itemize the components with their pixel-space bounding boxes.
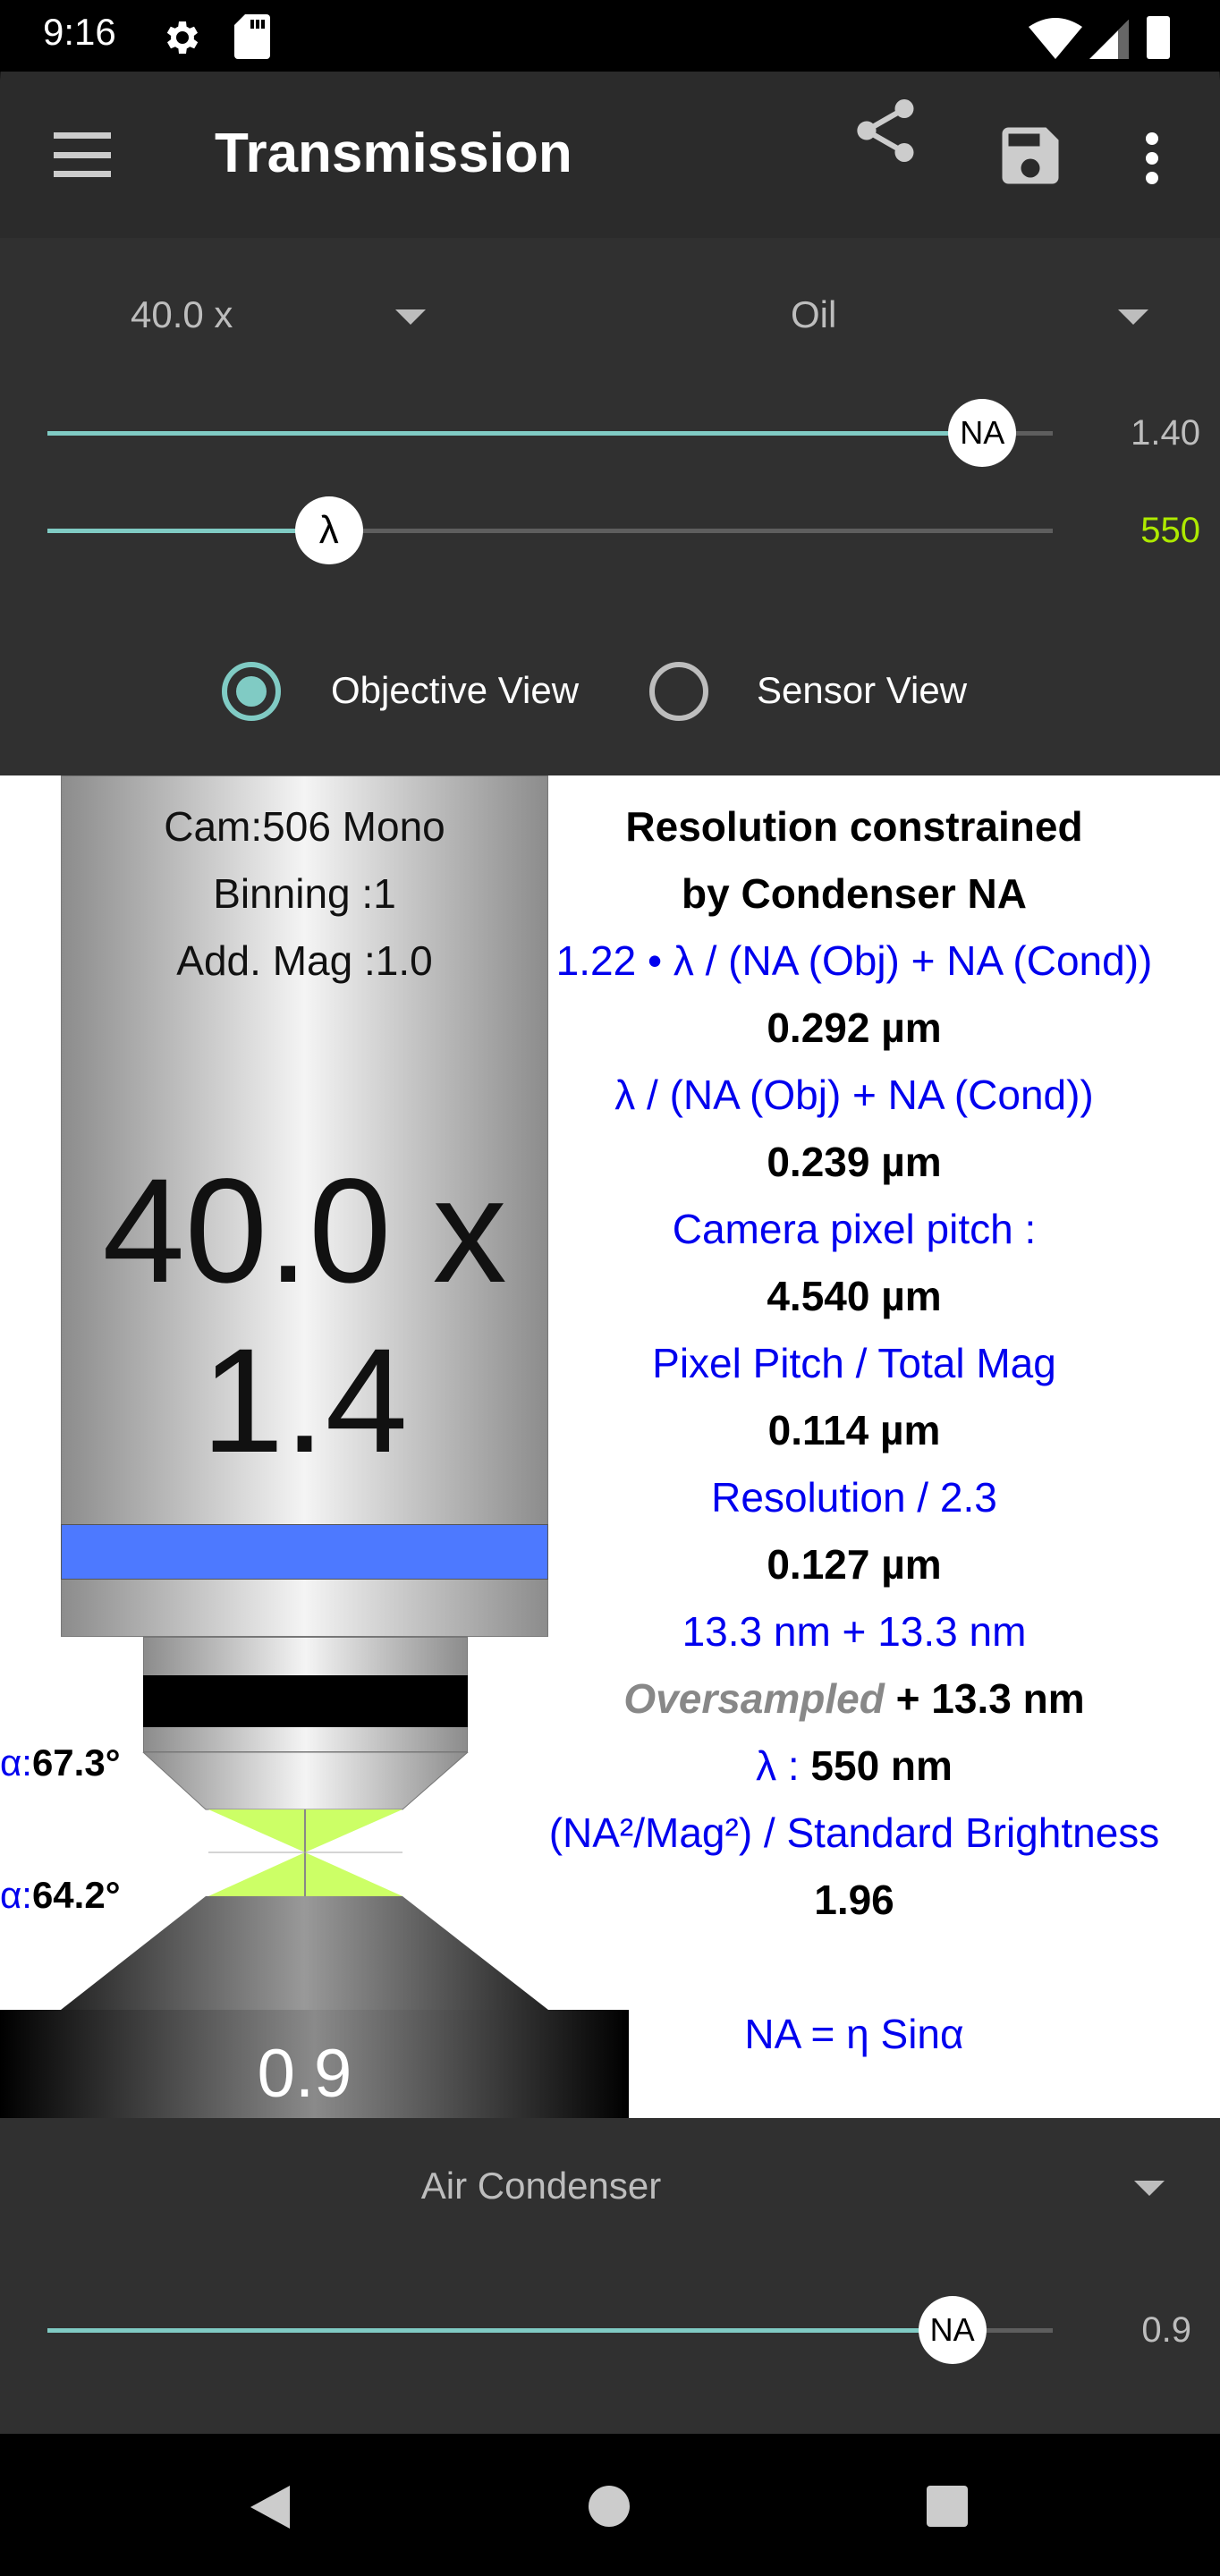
back-icon[interactable] — [250, 2486, 290, 2529]
alpha-condenser: α:64.2° — [0, 1874, 121, 1916]
chevron-down-icon — [1118, 309, 1148, 325]
result-value: 0.127 µm — [767, 1541, 942, 1588]
gear-icon — [166, 21, 199, 54]
objective-view: Cam:506 Mono Binning :1 Add. Mag :1.0 40… — [0, 775, 1220, 2118]
result-value: 4.540 µm — [767, 1273, 942, 1319]
objective-front-lens — [142, 1752, 469, 1810]
na-slider-fill — [47, 431, 983, 436]
wavelength-slider-thumb[interactable]: λ — [294, 496, 363, 564]
radio-sensor-view[interactable]: Sensor View — [649, 662, 1007, 721]
add-mag-label: Add. Mag :1.0 — [176, 937, 433, 984]
condenser-na-value: 0.9 — [1141, 2310, 1191, 2350]
results-heading: Resolution constrained — [625, 803, 1083, 850]
condenser-slider-thumb[interactable]: NA — [918, 2296, 987, 2364]
result-value: 1.96 — [814, 1877, 894, 1923]
camera-label: Cam:506 Mono — [164, 803, 445, 850]
formula-label: 1.22 • λ / (NA (Obj) + NA (Cond)) — [555, 937, 1153, 984]
status-time: 9:16 — [43, 11, 116, 53]
nosepiece-band — [143, 1675, 468, 1727]
immersion-dropdown[interactable]: Oil — [716, 288, 1163, 342]
save-icon[interactable] — [993, 118, 1068, 193]
result-value: 0.114 µm — [767, 1407, 941, 1453]
magnification-dropdown[interactable]: 40.0 x — [54, 288, 447, 342]
toolbar: Transmission — [0, 72, 1220, 238]
objective-mag: 40.0 x — [102, 1148, 507, 1314]
share-icon[interactable] — [848, 91, 923, 170]
formula-label: (NA²/Mag²) / Standard Brightness — [548, 1809, 1160, 1856]
radio-unselected-icon — [649, 662, 708, 721]
wavelength-slider-fill — [47, 529, 329, 533]
controls-panel: 40.0 x Oil NA 1.40 λ 550 Objective View … — [0, 238, 1220, 775]
status-bar: 9:16 — [0, 0, 1220, 72]
page-title: Transmission — [215, 123, 572, 184]
oversampled-row: Oversampled + 13.3 nm — [623, 1675, 1085, 1722]
wavelength-value: 550 — [1140, 511, 1200, 550]
formula-label: Camera pixel pitch : — [672, 1206, 1037, 1252]
sd-card-icon — [234, 14, 270, 59]
formula-label: λ / (NA (Obj) + NA (Cond)) — [614, 1072, 1094, 1118]
immersion-value: Oil — [791, 293, 837, 335]
screen: 9:16 Transmission 40.0 x Oil NA 1.40 λ 5… — [0, 0, 1220, 2576]
objective-color-band — [61, 1524, 548, 1580]
formula-label: Pixel Pitch / Total Mag — [652, 1340, 1056, 1386]
chevron-down-icon — [395, 309, 426, 325]
wavelength-row: λ : 550 nm — [756, 1742, 953, 1789]
radio-objective-view[interactable]: Objective View — [222, 662, 606, 721]
na-formula: NA = η Sinα — [744, 2011, 964, 2057]
formula-label: 13.3 nm + 13.3 nm — [682, 1608, 1027, 1655]
menu-icon[interactable] — [54, 132, 111, 177]
na-slider-thumb[interactable]: NA — [948, 399, 1017, 467]
na-slider[interactable]: NA — [47, 399, 1053, 467]
more-vert-icon[interactable] — [1145, 132, 1159, 184]
radio-selected-icon — [222, 662, 281, 721]
condenser-type-value: Air Condenser — [420, 2165, 662, 2207]
condenser-top — [61, 1896, 548, 2010]
binning-label: Binning :1 — [213, 870, 396, 917]
alpha-objective: α:67.3° — [0, 1741, 121, 1784]
results-panel: Resolution constrained by Condenser NA 1… — [501, 793, 1207, 2068]
radio-label: Sensor View — [757, 669, 968, 711]
signal-icon — [1089, 20, 1129, 59]
recents-icon[interactable] — [927, 2486, 968, 2527]
navigation-bar — [0, 2434, 1220, 2576]
results-heading: by Condenser NA — [682, 870, 1027, 917]
wavelength-slider[interactable]: λ — [47, 496, 1053, 564]
radio-label: Objective View — [331, 669, 580, 711]
wifi-icon — [1029, 18, 1082, 59]
result-value: 0.239 µm — [767, 1139, 942, 1185]
chevron-down-icon — [1134, 2181, 1165, 2196]
condenser-na-label: 0.9 — [257, 2036, 352, 2112]
home-icon[interactable] — [589, 2486, 630, 2527]
result-value: 0.292 µm — [767, 1004, 942, 1051]
formula-label: Resolution / 2.3 — [711, 1474, 997, 1521]
battery-icon — [1147, 16, 1170, 59]
condenser-panel: Air Condenser NA 0.9 — [0, 2118, 1220, 2434]
na-value: 1.40 — [1131, 413, 1200, 453]
objective-na: 1.4 — [201, 1318, 408, 1484]
magnification-value: 40.0 x — [131, 293, 233, 335]
condenser-na-slider[interactable]: NA — [47, 2296, 1053, 2364]
condenser-type-dropdown[interactable]: Air Condenser — [54, 2159, 1172, 2213]
condenser-slider-fill — [47, 2328, 953, 2333]
